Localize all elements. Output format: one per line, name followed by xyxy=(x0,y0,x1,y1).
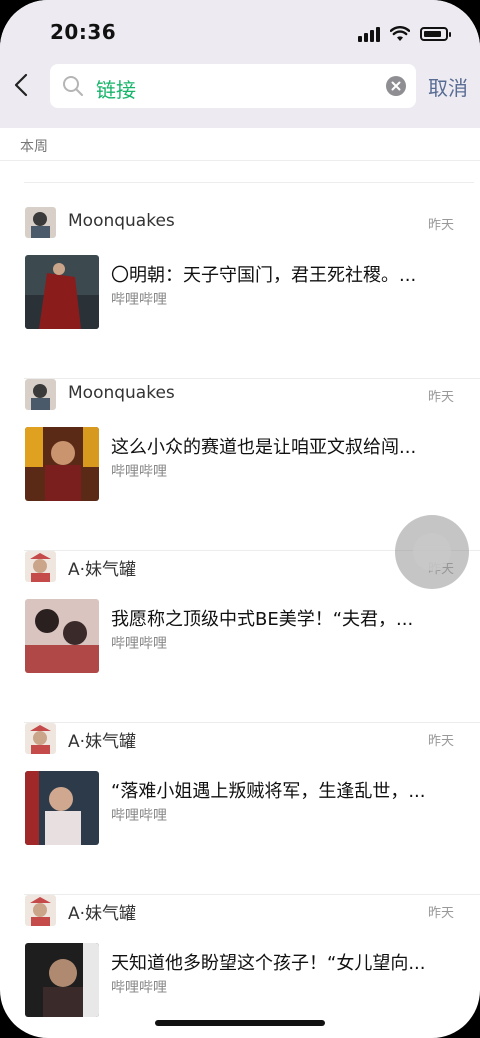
avatar xyxy=(25,895,56,926)
date-label: 昨天 xyxy=(427,734,454,749)
section-label: 本周 xyxy=(20,139,48,155)
chevron-left-icon xyxy=(14,73,28,97)
assistive-touch-button[interactable] xyxy=(395,515,469,589)
video-thumbnail xyxy=(25,255,99,329)
video-thumbnail xyxy=(25,599,99,673)
author-name: Moonquakes xyxy=(68,211,175,231)
battery-icon xyxy=(420,27,451,41)
video-title: 这么小众的赛道也是让咱亚文叔给闯... xyxy=(111,437,417,458)
video-thumbnail xyxy=(25,771,99,845)
top-bar: 20:36 链接 取消 xyxy=(0,0,480,128)
result-item[interactable]: A·妹气罐 昨天 天知道他多盼望这个孩子！“女儿望向... 哔哩哔哩 xyxy=(0,895,480,1038)
video-title: 我愿称之顶级中式BE美学！“夫君，... xyxy=(111,609,414,630)
date-label: 昨天 xyxy=(427,218,454,233)
author-name: A·妹气罐 xyxy=(68,904,137,924)
author-name: A·妹气罐 xyxy=(68,560,137,580)
avatar xyxy=(25,207,56,238)
video-source: 哔哩哔哩 xyxy=(111,464,167,480)
avatar xyxy=(25,723,56,754)
search-icon xyxy=(63,76,83,96)
author-name: Moonquakes xyxy=(68,383,175,403)
avatar xyxy=(25,551,56,582)
video-source: 哔哩哔哩 xyxy=(111,980,167,996)
status-icons xyxy=(358,24,451,44)
video-source: 哔哩哔哩 xyxy=(111,292,167,308)
video-source: 哔哩哔哩 xyxy=(111,636,167,652)
cellular-signal-icon xyxy=(358,26,380,42)
video-title: 〇明朝：天子守国门，君王死社稷。... xyxy=(111,265,417,286)
section-header: 本周 xyxy=(0,128,480,161)
video-title: 天知道他多盼望这个孩子！“女儿望向... xyxy=(111,953,426,974)
back-button[interactable] xyxy=(8,70,34,100)
avatar xyxy=(25,379,56,410)
video-thumbnail xyxy=(25,943,99,1017)
video-thumbnail xyxy=(25,427,99,501)
video-source: 哔哩哔哩 xyxy=(111,808,167,824)
search-query[interactable]: 链接 xyxy=(96,74,136,103)
home-indicator[interactable] xyxy=(155,1020,325,1026)
result-item[interactable]: A·妹气罐 昨天 “落难小姐遇上叛贼将军，生逢乱世，... 哔哩哔哩 xyxy=(0,723,480,895)
status-time: 20:36 xyxy=(50,20,117,44)
date-label: 昨天 xyxy=(427,906,454,921)
search-input[interactable]: 链接 xyxy=(50,64,416,108)
video-title: “落难小姐遇上叛贼将军，生逢乱世，... xyxy=(111,781,426,802)
clear-icon[interactable] xyxy=(386,76,406,96)
wifi-icon xyxy=(390,26,410,41)
result-item[interactable]: Moonquakes 昨天 〇明朝：天子守国门，君王死社稷。... 哔哩哔哩 xyxy=(0,207,480,379)
divider xyxy=(24,182,474,183)
cancel-button[interactable]: 取消 xyxy=(428,72,468,101)
date-label: 昨天 xyxy=(427,390,454,405)
screen: 20:36 链接 取消 本周 Moonquakes 昨天 〇明朝：天子守国门，君… xyxy=(0,0,480,1038)
author-name: A·妹气罐 xyxy=(68,732,137,752)
